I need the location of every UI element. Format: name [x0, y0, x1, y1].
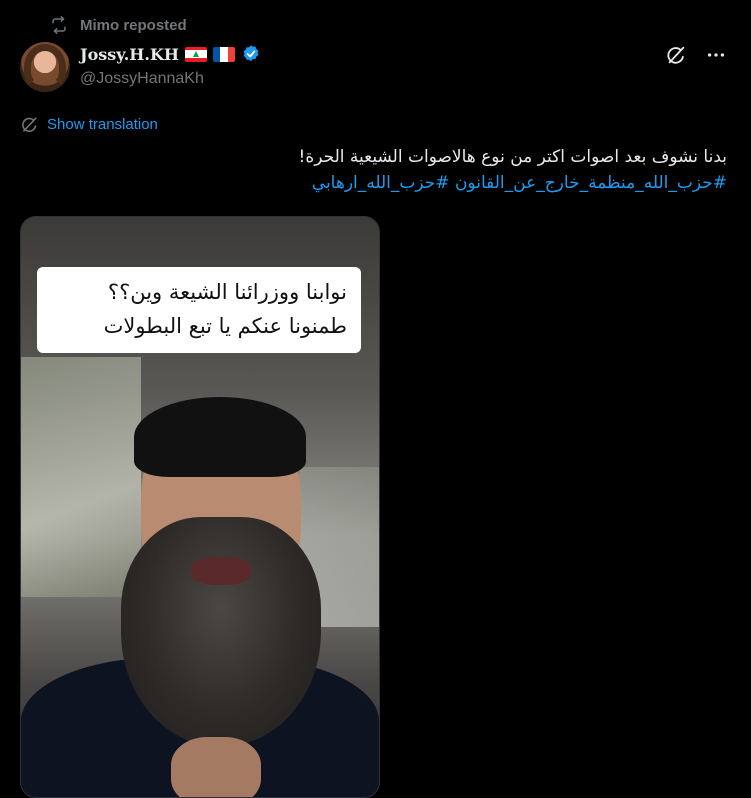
repost-indicator[interactable]: Mimo reposted — [50, 16, 187, 34]
author-name-row: Jossy.H.KH — [80, 44, 261, 64]
tweet-hashtags[interactable]: #حزب_الله_منظمة_خارج_عن_القانون #حزب_الل… — [27, 170, 727, 196]
tweet-actions — [665, 44, 727, 66]
tweet-body: بدنا نشوف بعد اصوات اكتر من نوع هالاصوات… — [298, 147, 727, 167]
lebanon-flag-icon — [185, 46, 207, 62]
author-handle[interactable]: @JossyHannaKh — [80, 70, 204, 88]
author-display-name[interactable]: Jossy.H.KH — [80, 45, 179, 64]
france-flag-icon — [213, 46, 235, 62]
video-caption-line2: طمنونا عنكم يا تبع البطولات — [103, 314, 347, 338]
video-caption-line1: نوابنا ووزرائنا الشيعة وين؟؟ — [107, 280, 347, 304]
more-icon[interactable] — [705, 44, 727, 66]
translate-icon — [22, 117, 37, 132]
person-beard — [121, 517, 321, 747]
video-caption: نوابنا ووزرائنا الشيعة وين؟؟ طمنونا عنكم… — [37, 267, 361, 353]
show-translation-link[interactable]: Show translation — [20, 115, 158, 134]
person-hand — [171, 737, 261, 797]
car-window — [21, 357, 141, 597]
grok-icon[interactable] — [665, 44, 687, 66]
person-mouth — [191, 557, 251, 585]
tweet-video[interactable]: نوابنا ووزرائنا الشيعة وين؟؟ طمنونا عنكم… — [20, 216, 380, 798]
tweet-text: بدنا نشوف بعد اصوات اكتر من نوع هالاصوات… — [27, 144, 727, 196]
repost-label: Mimo reposted — [80, 16, 187, 34]
show-translation-label: Show translation — [47, 116, 158, 133]
person-cap — [134, 397, 306, 477]
verified-badge-icon — [241, 44, 261, 64]
repost-icon — [52, 16, 66, 34]
avatar[interactable] — [20, 42, 70, 92]
